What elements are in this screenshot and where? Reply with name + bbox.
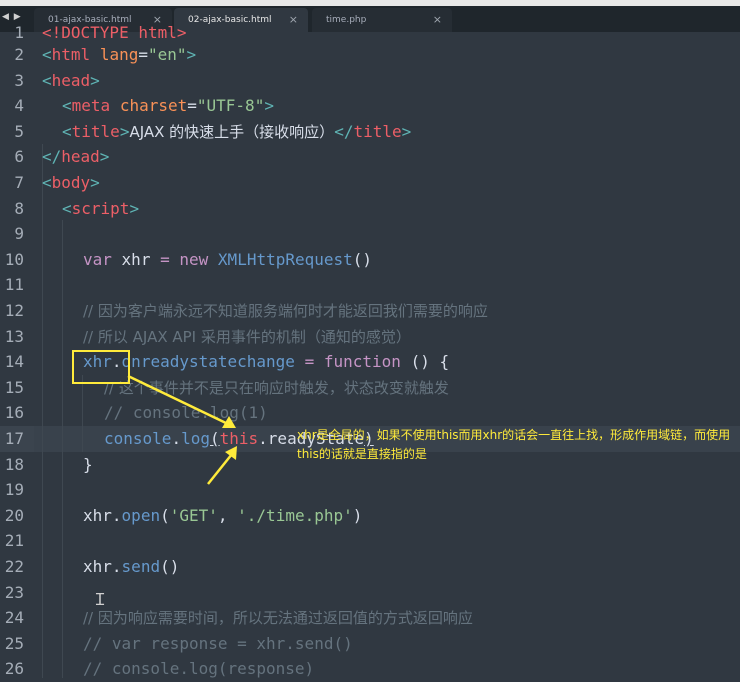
text-cursor-icon: Ｉ bbox=[92, 590, 109, 609]
annotation-arrows bbox=[127, 374, 237, 485]
arrow-head bbox=[225, 446, 237, 460]
arrow-to-this bbox=[127, 374, 229, 426]
annotation-note: xhr是全局的，如果不使用this而用xhr的话会一直往上找，形成作用域链，而使… bbox=[297, 428, 731, 461]
arrow-from-note bbox=[207, 453, 233, 485]
